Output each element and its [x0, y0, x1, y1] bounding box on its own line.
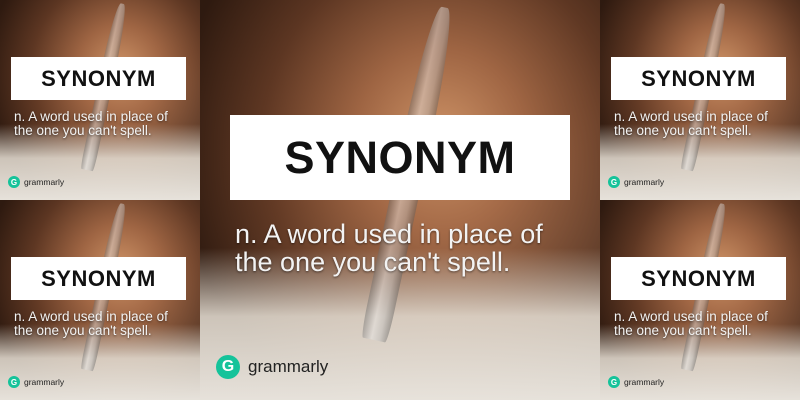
- definition-line-1: n. A word used in place of: [614, 109, 768, 124]
- grammarly-logo-icon: G: [216, 355, 240, 379]
- brand-lockup: G grammarly: [608, 176, 664, 188]
- brand-lockup: G grammarly: [216, 355, 328, 379]
- synonym-card-bottom-right: SYNONYM n. A word used in place of the o…: [600, 200, 800, 400]
- synonym-card-top-right: SYNONYM n. A word used in place of the o…: [600, 0, 800, 200]
- card-definition: n. A word used in place of the one you c…: [235, 220, 543, 277]
- grammarly-logo-icon: G: [8, 176, 20, 188]
- card-definition: n. A word used in place of the one you c…: [614, 309, 768, 339]
- brand-lockup: G grammarly: [8, 176, 64, 188]
- card-title: SYNONYM: [611, 257, 786, 300]
- synonym-card-top-left: SYNONYM n. A word used in place of the o…: [0, 0, 200, 200]
- card-title: SYNONYM: [11, 257, 186, 300]
- definition-line-2: the one you can't spell.: [235, 247, 511, 278]
- card-definition: n. A word used in place of the one you c…: [14, 309, 168, 339]
- grammarly-logo-icon: G: [608, 376, 620, 388]
- grammarly-logo-icon: G: [608, 176, 620, 188]
- definition-line-1: n. A word used in place of: [614, 309, 768, 324]
- card-title: SYNONYM: [611, 57, 786, 100]
- grammarly-logo-icon: G: [8, 376, 20, 388]
- definition-line-1: n. A word used in place of: [14, 109, 168, 124]
- definition-line-1: n. A word used in place of: [14, 309, 168, 324]
- brand-name: grammarly: [24, 177, 65, 187]
- brand-lockup: G grammarly: [8, 376, 64, 388]
- brand-name: grammarly: [624, 377, 665, 387]
- card-definition: n. A word used in place of the one you c…: [14, 109, 168, 139]
- brand-lockup: G grammarly: [608, 376, 664, 388]
- definition-line-2: the one you can't spell.: [614, 323, 752, 339]
- synonym-card-center: SYNONYM n. A word used in place of the o…: [200, 0, 600, 400]
- synonym-card-bottom-left: SYNONYM n. A word used in place of the o…: [0, 200, 200, 400]
- card-title: SYNONYM: [230, 115, 570, 200]
- definition-line-2: the one you can't spell.: [14, 123, 152, 139]
- definition-line-2: the one you can't spell.: [14, 323, 152, 339]
- brand-name: grammarly: [248, 357, 329, 376]
- synonym-collage: SYNONYM n. A word used in place of the o…: [0, 0, 800, 400]
- card-title: SYNONYM: [11, 57, 186, 100]
- card-definition: n. A word used in place of the one you c…: [614, 109, 768, 139]
- definition-line-2: the one you can't spell.: [614, 123, 752, 139]
- definition-line-1: n. A word used in place of: [235, 219, 543, 249]
- brand-name: grammarly: [624, 177, 665, 187]
- brand-name: grammarly: [24, 377, 65, 387]
